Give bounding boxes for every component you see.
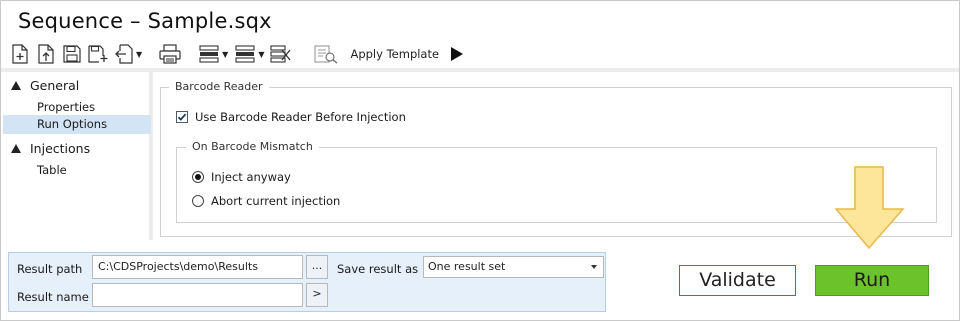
use-barcode-reader-checkbox[interactable] — [176, 111, 188, 123]
template-icon[interactable] — [314, 43, 338, 65]
section-title: Barcode Reader — [169, 80, 269, 93]
upload-icon[interactable] — [36, 43, 56, 65]
save-add-icon[interactable] — [88, 43, 108, 65]
sidebar-group-label: General — [30, 78, 80, 93]
insert-rows-icon[interactable] — [198, 43, 220, 65]
abort-injection-option[interactable]: Abort current injection — [192, 194, 340, 208]
validate-button[interactable]: Validate — [679, 265, 796, 296]
radio-selected-dot — [195, 174, 201, 180]
save-result-as-select[interactable]: One result set — [423, 256, 604, 278]
inject-anyway-label: Inject anyway — [211, 170, 291, 184]
use-barcode-reader-label: Use Barcode Reader Before Injection — [195, 110, 406, 124]
result-path-label: Result path — [17, 262, 83, 276]
abort-injection-label: Abort current injection — [211, 194, 341, 208]
clear-table-icon[interactable] — [270, 43, 292, 65]
save-result-as-value: One result set — [428, 260, 506, 273]
result-name-input[interactable] — [92, 283, 303, 307]
sidebar-item-table[interactable]: Table — [3, 161, 151, 180]
chevron-down-icon[interactable]: ▼ — [136, 50, 142, 59]
chevron-down-icon — [591, 265, 597, 269]
print-icon[interactable] — [158, 43, 182, 65]
sidebar-group-label: Injections — [30, 141, 91, 156]
browse-path-button[interactable]: ... — [306, 255, 328, 279]
new-document-icon[interactable] — [10, 43, 30, 65]
play-icon[interactable] — [451, 47, 464, 61]
toolbar: ▼ ▼ ▼ Apply Template — [10, 40, 540, 68]
abort-injection-radio[interactable] — [192, 195, 204, 207]
sidebar-group-general[interactable]: General — [11, 78, 79, 93]
sidebar-group-injections[interactable]: Injections — [11, 141, 90, 156]
down-arrow-icon — [834, 166, 905, 250]
use-barcode-reader-option[interactable]: Use Barcode Reader Before Injection — [176, 110, 406, 124]
collapse-triangle-icon[interactable] — [11, 81, 21, 90]
import-icon[interactable] — [114, 43, 134, 65]
window-title: Sequence – Sample.sqx — [18, 9, 272, 33]
result-settings-panel: Result path C:\CDSProjects\demo\Results … — [8, 252, 606, 312]
save-result-as-label: Save result as — [337, 262, 419, 276]
mismatch-group-title: On Barcode Mismatch — [186, 140, 319, 153]
run-button[interactable]: Run — [815, 265, 929, 296]
result-path-input[interactable]: C:\CDSProjects\demo\Results — [92, 255, 303, 279]
inject-anyway-option[interactable]: Inject anyway — [192, 170, 291, 184]
result-name-label: Result name — [17, 290, 89, 304]
delete-rows-icon[interactable] — [234, 43, 256, 65]
sidebar-item-run-options[interactable]: Run Options — [3, 115, 151, 134]
inject-anyway-radio[interactable] — [192, 171, 204, 183]
sidebar: General Properties Run Options Injection… — [1, 72, 153, 240]
save-icon[interactable] — [62, 43, 82, 65]
barcode-mismatch-group — [176, 147, 937, 223]
result-name-insert-button[interactable]: > — [306, 283, 328, 307]
chevron-down-icon[interactable]: ▼ — [222, 50, 228, 59]
collapse-triangle-icon[interactable] — [11, 144, 21, 153]
chevron-down-icon[interactable]: ▼ — [258, 50, 264, 59]
apply-template-button[interactable]: Apply Template — [350, 47, 439, 61]
